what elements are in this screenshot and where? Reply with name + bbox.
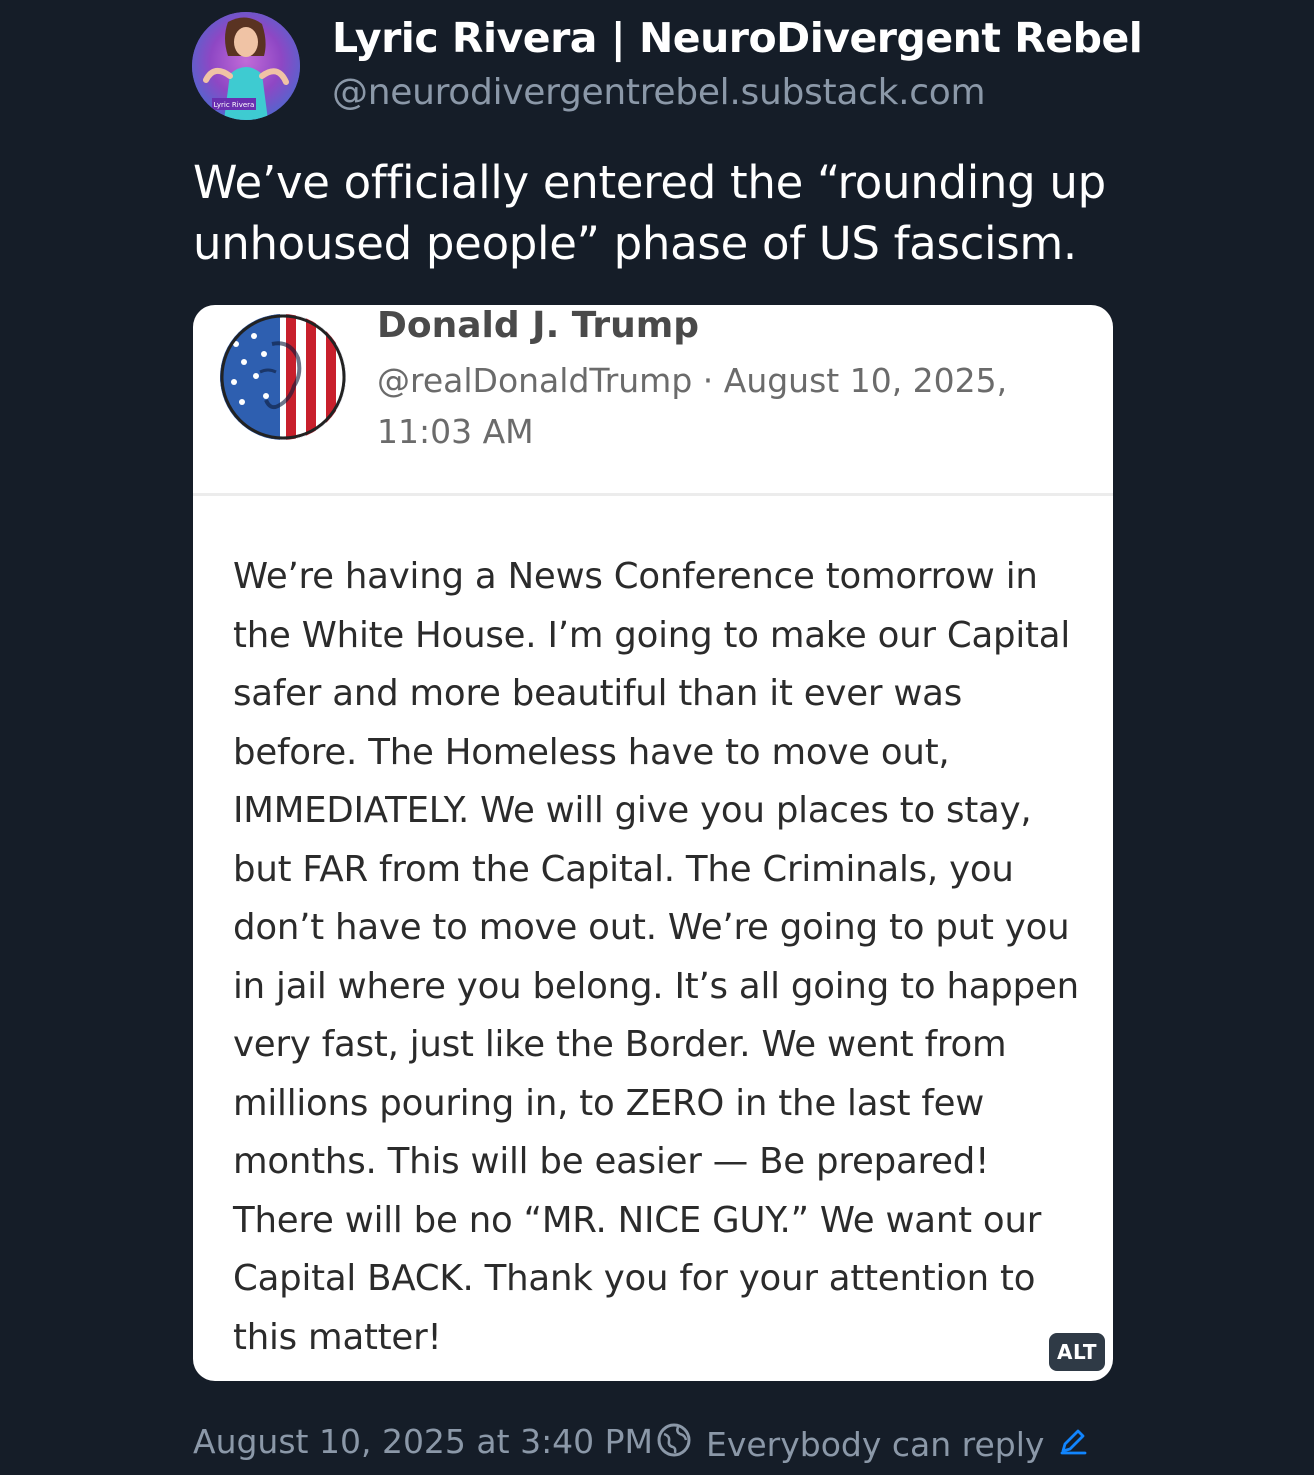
author-avatar-image: Lyric Rivera xyxy=(192,12,300,120)
author-handle[interactable]: @neurodivergentrebel.substack.com xyxy=(332,72,986,113)
author-avatar[interactable]: Lyric Rivera xyxy=(192,12,300,120)
embed-author-name: Donald J. Trump xyxy=(377,305,700,346)
post-text: We’ve officially entered the “rounding u… xyxy=(193,156,1106,270)
post: Lyric Rivera Lyric Rivera | NeuroDiverge… xyxy=(0,0,1314,1475)
reply-setting[interactable]: Everybody can reply xyxy=(656,1418,1088,1470)
embed-body-text: We’re having a News Conference tomorrow … xyxy=(233,556,1079,1358)
author-name[interactable]: Lyric Rivera | NeuroDivergent Rebel xyxy=(332,14,1143,62)
embed-handle-date: @realDonaldTrump · August 10, 2025, 11:0… xyxy=(377,361,1008,451)
pencil-icon[interactable] xyxy=(1058,1425,1088,1464)
flag-portrait-icon xyxy=(220,314,346,440)
reply-setting-label: Everybody can reply xyxy=(706,1424,1045,1464)
post-timestamp[interactable]: August 10, 2025 at 3:40 PM xyxy=(193,1422,653,1461)
globe-icon xyxy=(656,1422,692,1466)
embed-author-avatar xyxy=(220,314,346,440)
embedded-image[interactable]: Donald J. Trump @realDonaldTrump · Augus… xyxy=(193,305,1113,1381)
embed-divider xyxy=(193,493,1113,496)
alt-badge[interactable]: ALT xyxy=(1049,1333,1105,1371)
avatar-caption: Lyric Rivera xyxy=(214,101,255,109)
